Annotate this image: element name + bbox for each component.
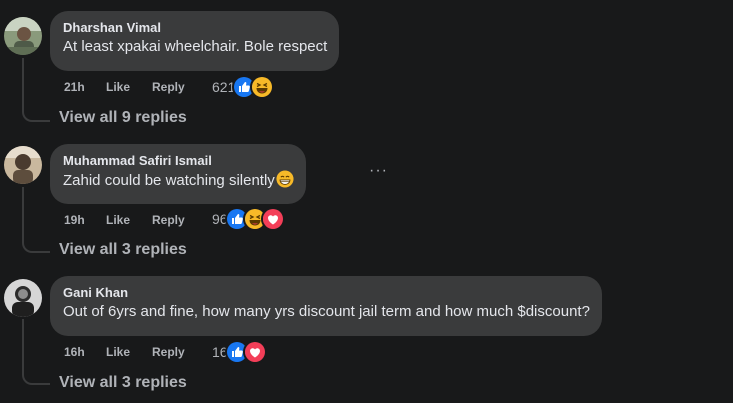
like-button[interactable]: Like — [106, 345, 152, 359]
reply-thread-line — [22, 58, 50, 122]
reply-button[interactable]: Reply — [152, 213, 185, 227]
reply-button[interactable]: Reply — [152, 345, 185, 359]
grin-emoji-icon — [276, 170, 294, 188]
love-reaction-icon — [242, 340, 267, 364]
comment-timestamp[interactable]: 16h — [64, 345, 106, 359]
comment-author[interactable]: Dharshan Vimal — [63, 19, 327, 36]
comment-actions: 19h Like Reply — [64, 211, 185, 229]
avatar[interactable] — [4, 146, 42, 184]
comment-bubble: Dharshan Vimal At least xpakai wheelchai… — [50, 11, 340, 71]
avatar[interactable] — [4, 17, 42, 55]
reactions-summary[interactable]: 96 — [212, 207, 285, 231]
view-replies-link[interactable]: View all 9 replies — [59, 109, 187, 127]
avatar-photo-icon — [4, 17, 42, 55]
comment-text: Zahid could be watching silently — [63, 170, 294, 191]
avatar-photo-icon — [4, 146, 42, 184]
comment-timestamp[interactable]: 19h — [64, 213, 106, 227]
haha-reaction-icon — [250, 75, 275, 99]
comment-actions: 16h Like Reply — [64, 343, 185, 361]
reply-thread-line — [22, 319, 50, 385]
reactions-summary[interactable]: 16 — [212, 340, 267, 364]
comment-bubble: Gani Khan Out of 6yrs and fine, how many… — [50, 276, 602, 336]
comment-text-content: Zahid could be watching silently — [63, 172, 275, 189]
avatar[interactable] — [4, 279, 42, 317]
comment-text: At least xpakai wheelchair. Bole respect — [63, 38, 328, 55]
comment-bubble: Muhammad Safiri Ismail Zahid could be wa… — [50, 144, 306, 204]
comment-author[interactable]: Muhammad Safiri Ismail — [63, 152, 294, 169]
comment-actions: 21h Like Reply — [64, 78, 185, 96]
view-replies-link[interactable]: View all 3 replies — [59, 241, 187, 259]
more-options-button[interactable]: ··· — [369, 162, 388, 180]
comment-text: Out of 6yrs and fine, how many yrs disco… — [63, 303, 590, 320]
comment-timestamp[interactable]: 21h — [64, 80, 106, 94]
reply-thread-line — [22, 187, 50, 253]
reply-button[interactable]: Reply — [152, 80, 185, 94]
like-button[interactable]: Like — [106, 213, 152, 227]
avatar-photo-icon — [4, 279, 42, 317]
like-button[interactable]: Like — [106, 80, 152, 94]
view-replies-link[interactable]: View all 3 replies — [59, 374, 187, 392]
comment-author[interactable]: Gani Khan — [63, 284, 590, 301]
love-reaction-icon — [260, 207, 285, 231]
reactions-summary[interactable]: 621 — [212, 75, 275, 99]
